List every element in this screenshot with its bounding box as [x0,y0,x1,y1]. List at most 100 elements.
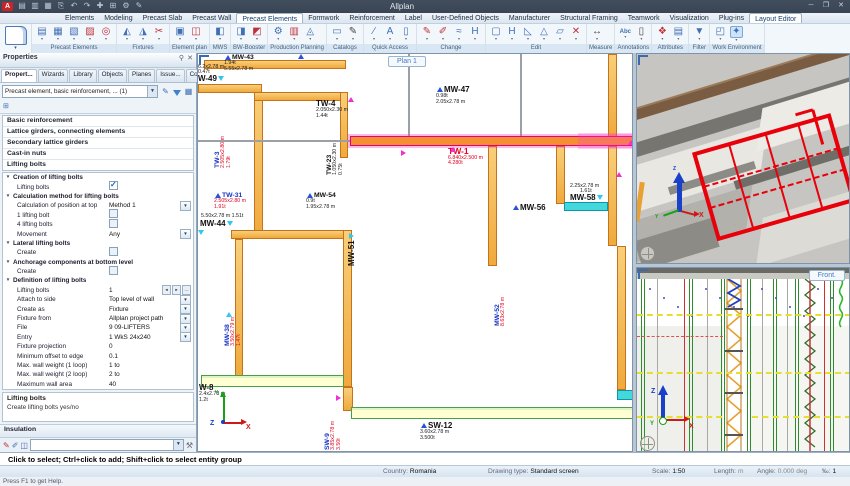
ribbon-icon[interactable]: ≈▾ [451,27,467,41]
palette-tab-issue[interactable]: Issue... [156,69,184,82]
category-item-lattice-girders-connecting-elements[interactable]: Lattice girders, connecting elements [3,127,193,138]
property-value[interactable]: 1 [109,286,162,295]
settings-icon[interactable]: ⚙ [120,1,132,10]
tab-precast-slab[interactable]: Precast Slab [138,13,188,23]
close-icon[interactable]: ✕ [187,54,193,62]
ribbon-icon[interactable]: ▣▾ [172,27,188,41]
tab-visualization[interactable]: Visualization [665,13,714,23]
ribbon-icon[interactable]: ◩▾ [249,27,265,41]
plan-wall[interactable] [488,146,497,266]
property-value[interactable]: 1 to [109,361,193,370]
undo-icon[interactable]: ↶ [68,1,80,10]
tab-reinforcement[interactable]: Reinforcement [344,13,400,23]
list-icon[interactable]: ⊞ [3,103,9,110]
property-value[interactable]: 9 09-LIFTERS [109,323,180,332]
property-value[interactable]: 2 to [109,370,193,379]
tab-formwork[interactable]: Formwork [303,13,344,23]
checkbox-unchecked[interactable] [109,209,118,218]
plan-wall[interactable] [617,246,626,390]
property-value[interactable]: Fixture [109,305,180,314]
copy-icon[interactable]: ✚ [94,1,106,10]
tab-plug-ins[interactable]: Plug-ins [714,13,749,23]
ribbon-icon[interactable]: A▾ [382,27,398,41]
ribbon-icon[interactable]: ◺▾ [520,27,536,41]
ribbon-icon[interactable]: ❖▾ [654,27,670,41]
palette-tab-planes[interactable]: Planes [128,69,155,82]
ribbon-icon[interactable]: ▤▾ [670,27,686,41]
property-value[interactable]: 0.1 [109,352,193,361]
style-icon[interactable]: ◫ [20,441,28,450]
tab-layout-editor[interactable]: Layout Editor [749,13,802,23]
ribbon-icon[interactable]: ▦▾ [50,27,66,41]
close-button[interactable]: ✕ [834,1,848,11]
plan-wall[interactable] [608,54,617,138]
viewport-front[interactable]: Front. [636,267,850,452]
ribbon-icon[interactable]: △▾ [536,27,552,41]
palette-tab-objects[interactable]: Objects [98,69,127,82]
edit-icon[interactable]: ✎ [160,86,171,97]
ribbon-icon[interactable]: ◭▾ [119,27,135,41]
tab-precast-elements[interactable]: Precast Elements [236,13,303,23]
section-calculation-method-for-lifting-bolts[interactable]: ▾Calculation method for lifting bolts [3,192,193,201]
ribbon-icon[interactable]: ◮▾ [135,27,151,41]
checkbox-unchecked[interactable] [109,219,118,228]
ribbon-icon[interactable]: ▭▾ [329,27,345,41]
navigation-compass-icon[interactable] [640,436,655,451]
property-value[interactable]: Top level of wall [109,295,180,304]
pin-icon[interactable]: ⚲ [179,54,184,62]
plan-wall[interactable] [351,407,633,419]
plan-wall[interactable] [556,146,565,204]
tab-user-defined-objects[interactable]: User-Defined Objects [427,13,504,23]
plan-wall[interactable] [608,146,617,246]
status-value[interactable]: Romania [410,468,436,475]
tab-modeling[interactable]: Modeling [99,13,137,23]
ribbon-icon[interactable]: ◎▾ [98,27,114,41]
dropdown-button[interactable]: ▼ [180,229,191,239]
ribbon-icon[interactable]: H▾ [504,27,520,41]
plan-wall[interactable] [198,84,262,93]
ribbon-icon[interactable]: ↔▾ [589,27,605,41]
ribbon-icon[interactable]: ✕▾ [568,27,584,41]
ribbon-icon[interactable]: ◰▾ [712,27,728,41]
viewport-plan[interactable]: Plan 1 MW-431.94t5.55x2.78 mW-49TW-32.50… [197,53,633,452]
tab-precast-wall[interactable]: Precast Wall [187,13,236,23]
status-value[interactable]: 0.000 [778,468,795,475]
ribbon-icon[interactable]: ▤▾ [34,27,50,41]
spinner-down[interactable]: ◂ [162,285,171,295]
ribbon-icon[interactable]: Abc▾ [617,29,633,39]
status-value[interactable]: 1:50 [672,468,685,475]
status-value[interactable]: Standard screen [530,468,578,475]
ribbon-icon[interactable]: ✎▾ [419,27,435,41]
tab-elements[interactable]: Elements [60,13,99,23]
property-value[interactable]: 1 WkS 24x240 [109,333,180,342]
ribbon-icon[interactable]: ▼▾ [691,27,707,41]
tab-manufacturer[interactable]: Manufacturer [504,13,555,23]
plan-wall[interactable] [235,239,243,378]
checkbox-unchecked[interactable] [109,266,118,275]
ribbon-icon[interactable]: ✂▾ [151,27,167,41]
element-selector-dropdown[interactable]: Precast element, basic reinforcement, ..… [2,85,158,98]
open-icon[interactable]: ▥ [29,1,41,10]
tab-teamwork[interactable]: Teamwork [623,13,665,23]
viewport-3d[interactable]: X Z Y [636,53,850,264]
print-icon[interactable]: ⎘ [55,1,67,11]
property-value[interactable]: 4 [109,389,193,390]
checkbox-unchecked[interactable] [109,247,118,256]
pen-icon[interactable]: ✎ [3,441,10,450]
ribbon-icon[interactable]: ▯▾ [633,27,649,41]
restore-button[interactable]: ❐ [819,1,833,11]
plan-wall[interactable] [231,230,346,239]
property-value[interactable]: 40 [109,380,193,389]
filter-icon[interactable] [173,90,181,96]
ribbon-icon[interactable]: ◬▾ [302,27,318,41]
grid-icon[interactable]: ▦ [183,86,194,97]
ribbon-icon[interactable]: ▨▾ [82,27,98,41]
plan-wall[interactable] [520,54,522,136]
category-item-basic-reinforcement[interactable]: Basic reinforcement [3,116,193,127]
plan-wall[interactable] [254,92,263,238]
property-value[interactable]: 0 [109,342,193,351]
checkbox-checked[interactable] [109,181,118,190]
plan-wall[interactable] [564,202,608,211]
brush-icon[interactable]: ✐ [12,441,19,450]
plugin-icon[interactable]: ✎ [133,1,145,10]
